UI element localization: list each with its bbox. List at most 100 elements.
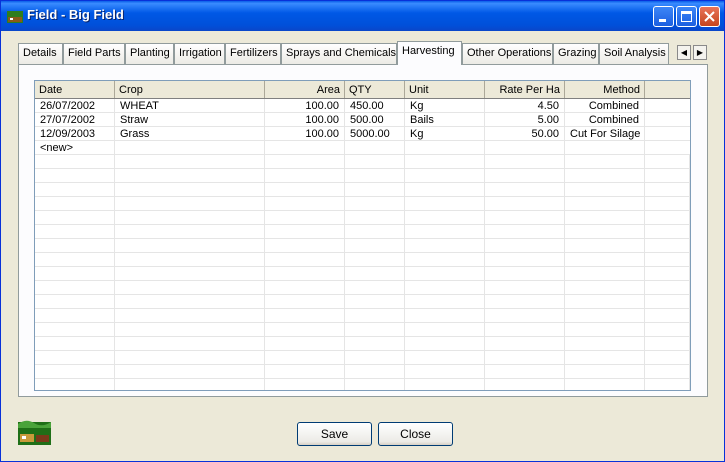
- empty-cell: [115, 253, 265, 267]
- empty-cell: [265, 379, 345, 390]
- title-bar[interactable]: Field - Big Field: [1, 1, 724, 31]
- table-row[interactable]: 12/09/2003 Grass 100.00 5000.00 Kg 50.00…: [35, 127, 690, 141]
- tab-label: Other Operations: [467, 47, 552, 59]
- table-row[interactable]: 27/07/2002 Straw 100.00 500.00 Bails 5.0…: [35, 113, 690, 127]
- empty-row: [35, 351, 690, 365]
- column-header-qty[interactable]: QTY: [345, 81, 405, 98]
- cell-method[interactable]: Combined: [565, 113, 645, 127]
- empty-cell: [485, 169, 565, 183]
- cell-qty[interactable]: [345, 141, 405, 155]
- tab-scroll-right-button[interactable]: ▶: [693, 45, 707, 60]
- cell-area[interactable]: 100.00: [265, 113, 345, 127]
- empty-row: [35, 323, 690, 337]
- cell-unit[interactable]: Bails: [405, 113, 485, 127]
- cell-date[interactable]: <new>: [35, 141, 115, 155]
- column-header-method[interactable]: Method: [565, 81, 645, 98]
- cell-crop[interactable]: Straw: [115, 113, 265, 127]
- cell-unit[interactable]: [405, 141, 485, 155]
- empty-cell: [345, 379, 405, 390]
- empty-cell: [565, 365, 645, 379]
- field-window: Field - Big Field Details Field Parts Pl…: [0, 0, 725, 462]
- cell-unit[interactable]: Kg: [405, 127, 485, 141]
- empty-cell: [115, 351, 265, 365]
- empty-row: [35, 211, 690, 225]
- empty-cell: [405, 365, 485, 379]
- empty-cell: [645, 379, 690, 390]
- empty-row: [35, 379, 690, 390]
- cell-method[interactable]: Combined: [565, 99, 645, 113]
- empty-cell: [405, 225, 485, 239]
- cell-qty[interactable]: 450.00: [345, 99, 405, 113]
- harvesting-grid[interactable]: Date Crop Area QTY Unit Rate Per Ha Meth…: [34, 80, 691, 391]
- tab-planting[interactable]: Planting: [125, 43, 174, 64]
- empty-cell: [485, 225, 565, 239]
- empty-cell: [405, 169, 485, 183]
- tab-scroll-left-button[interactable]: ◀: [677, 45, 691, 60]
- table-row[interactable]: 26/07/2002 WHEAT 100.00 450.00 Kg 4.50 C…: [35, 99, 690, 113]
- tab-label: Grazing: [558, 47, 597, 59]
- empty-cell: [405, 211, 485, 225]
- minimize-button[interactable]: [653, 6, 674, 27]
- empty-cell: [485, 267, 565, 281]
- cell-qty[interactable]: 5000.00: [345, 127, 405, 141]
- field-logo-icon: [18, 420, 51, 445]
- tab-details[interactable]: Details: [18, 43, 63, 64]
- column-header-crop[interactable]: Crop: [115, 81, 265, 98]
- cell-area[interactable]: 100.00: [265, 99, 345, 113]
- cell-crop[interactable]: WHEAT: [115, 99, 265, 113]
- empty-cell: [565, 337, 645, 351]
- maximize-button[interactable]: [676, 6, 697, 27]
- empty-cell: [265, 281, 345, 295]
- empty-cell: [115, 295, 265, 309]
- empty-cell: [265, 169, 345, 183]
- column-header-unit[interactable]: Unit: [405, 81, 485, 98]
- tab-grazing[interactable]: Grazing: [553, 43, 599, 64]
- tab-soil-analysis[interactable]: Soil Analysis: [599, 43, 669, 64]
- tab-field-parts[interactable]: Field Parts: [63, 43, 125, 64]
- cell-date[interactable]: 12/09/2003: [35, 127, 115, 141]
- empty-cell: [565, 379, 645, 390]
- cell-qty[interactable]: 500.00: [345, 113, 405, 127]
- empty-cell: [405, 351, 485, 365]
- empty-row: [35, 169, 690, 183]
- column-header-area[interactable]: Area: [265, 81, 345, 98]
- empty-cell: [35, 337, 115, 351]
- tab-other-operations[interactable]: Other Operations: [462, 43, 553, 64]
- cell-unit[interactable]: Kg: [405, 99, 485, 113]
- tab-irrigation[interactable]: Irrigation: [174, 43, 225, 64]
- save-button[interactable]: Save: [297, 422, 372, 446]
- empty-cell: [35, 211, 115, 225]
- empty-cell: [265, 211, 345, 225]
- new-row[interactable]: <new>: [35, 141, 690, 155]
- tab-label: Fertilizers: [230, 47, 278, 59]
- tab-fertilizers[interactable]: Fertilizers: [225, 43, 281, 64]
- close-window-button[interactable]: [699, 6, 720, 27]
- cell-date[interactable]: 26/07/2002: [35, 99, 115, 113]
- cell-area[interactable]: 100.00: [265, 127, 345, 141]
- close-button[interactable]: Close: [378, 422, 453, 446]
- tab-harvesting[interactable]: Harvesting: [397, 41, 462, 65]
- cell-date[interactable]: 27/07/2002: [35, 113, 115, 127]
- cell-crop[interactable]: [115, 141, 265, 155]
- empty-cell: [645, 309, 690, 323]
- cell-rate-per-ha[interactable]: 4.50: [485, 99, 565, 113]
- empty-cell: [35, 281, 115, 295]
- cell-crop[interactable]: Grass: [115, 127, 265, 141]
- empty-cell: [405, 155, 485, 169]
- empty-cell: [565, 309, 645, 323]
- cell-rate-per-ha[interactable]: [485, 141, 565, 155]
- column-header-rate-per-ha[interactable]: Rate Per Ha: [485, 81, 565, 98]
- cell-area[interactable]: [265, 141, 345, 155]
- empty-cell: [485, 211, 565, 225]
- tab-sprays-and-chemicals[interactable]: Sprays and Chemicals: [281, 43, 397, 64]
- empty-cell: [35, 323, 115, 337]
- empty-cell: [35, 365, 115, 379]
- empty-cell: [565, 197, 645, 211]
- cell-method[interactable]: Cut For Silage: [565, 127, 645, 141]
- cell-method[interactable]: [565, 141, 645, 155]
- empty-row: [35, 225, 690, 239]
- cell-rate-per-ha[interactable]: 50.00: [485, 127, 565, 141]
- empty-cell: [485, 197, 565, 211]
- column-header-date[interactable]: Date: [35, 81, 115, 98]
- cell-rate-per-ha[interactable]: 5.00: [485, 113, 565, 127]
